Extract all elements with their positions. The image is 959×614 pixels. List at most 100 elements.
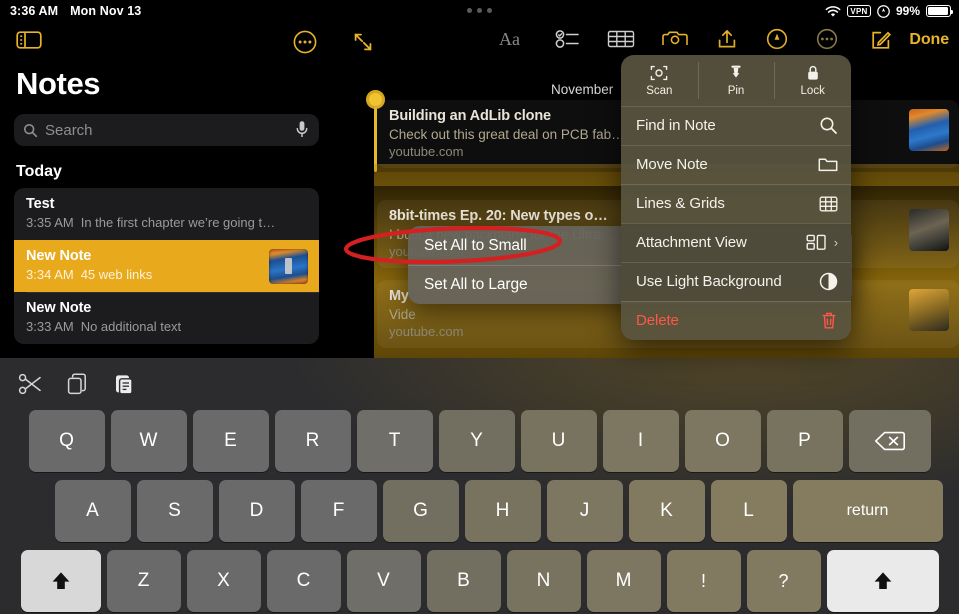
- return-key[interactable]: return: [792, 480, 943, 542]
- key-n[interactable]: N: [506, 550, 581, 612]
- link-thumbnail: [909, 109, 949, 151]
- document-scan-icon: [650, 64, 668, 82]
- note-meta: 3:35 AM In the first chapter we’re going …: [26, 215, 307, 230]
- ipad-notes-screen: 3:36 AM Mon Nov 13 VPN 99% Notes Search …: [0, 0, 959, 614]
- key-f[interactable]: F: [300, 480, 377, 542]
- share-up-icon[interactable]: [715, 28, 739, 50]
- key-z[interactable]: Z: [106, 550, 181, 612]
- menu-item-label: Use Light Background: [636, 273, 782, 290]
- keyboard-row-1: Q W E R T Y U I O P: [0, 410, 959, 472]
- search-input[interactable]: Search: [14, 114, 319, 146]
- delete-backspace-key[interactable]: [848, 410, 931, 472]
- note-time: 3:33 AM: [26, 319, 74, 334]
- key-t[interactable]: T: [356, 410, 433, 472]
- note-context-menu: Scan Pin Lock Find in Note Move Note Lin…: [621, 55, 851, 340]
- ellipsis-circle-icon[interactable]: [815, 28, 839, 50]
- copy-icon[interactable]: [66, 372, 90, 396]
- folder-icon: [818, 156, 838, 173]
- key-a[interactable]: A: [54, 480, 131, 542]
- sidebar-toggle-icon[interactable]: [15, 28, 43, 52]
- camera-icon[interactable]: [661, 28, 689, 50]
- key-s[interactable]: S: [136, 480, 213, 542]
- key-d[interactable]: D: [218, 480, 295, 542]
- keyboard-row-2: A S D F G H J K L return: [0, 480, 959, 542]
- menu-item-find-in-note[interactable]: Find in Note: [621, 106, 851, 145]
- note-title: New Note: [26, 248, 92, 264]
- note-list-item[interactable]: New Note 3:33 AM No additional text: [14, 292, 319, 344]
- note-time: 3:35 AM: [26, 215, 74, 230]
- key-u[interactable]: U: [520, 410, 597, 472]
- keyboard-assistant-bar: [0, 358, 959, 410]
- key-v[interactable]: V: [346, 550, 421, 612]
- menu-item-label: Move Note: [636, 156, 708, 173]
- key-i[interactable]: I: [602, 410, 679, 472]
- key-e[interactable]: E: [192, 410, 269, 472]
- grabber-dot: [487, 7, 492, 13]
- key-l[interactable]: L: [710, 480, 787, 542]
- key-c[interactable]: C: [266, 550, 341, 612]
- quick-action-scan[interactable]: Scan: [621, 55, 698, 106]
- key-y[interactable]: Y: [438, 410, 515, 472]
- grabber-dot: [467, 7, 472, 13]
- menu-item-attachment-view[interactable]: Attachment View ›: [621, 223, 851, 262]
- trash-icon: [820, 311, 838, 330]
- key-question[interactable]: ?: [746, 550, 821, 612]
- ellipsis-circle-icon[interactable]: [293, 30, 317, 54]
- compose-square-icon[interactable]: [869, 28, 893, 52]
- half-circle-icon: [819, 272, 838, 291]
- window-grabber-handle[interactable]: [452, 2, 508, 18]
- menu-item-label: Lines & Grids: [636, 195, 725, 212]
- key-m[interactable]: M: [586, 550, 661, 612]
- note-list-item-selected[interactable]: New Note 3:34 AM 45 web links: [14, 240, 319, 292]
- shift-up-arrow-icon: [48, 569, 74, 593]
- shift-up-arrow-icon: [870, 569, 896, 593]
- key-r[interactable]: R: [274, 410, 351, 472]
- quick-action-lock[interactable]: Lock: [774, 55, 851, 106]
- link-thumbnail: [909, 209, 949, 251]
- key-h[interactable]: H: [464, 480, 541, 542]
- status-bar-right: VPN 99%: [825, 0, 954, 22]
- notes-list: Test 3:35 AM In the first chapter we’re g…: [14, 188, 319, 344]
- on-screen-keyboard: Q W E R T Y U I O P A S D F G H J K L re…: [0, 358, 959, 614]
- section-header-today: Today: [16, 163, 62, 180]
- battery-icon: [926, 5, 954, 17]
- status-bar-left: 3:36 AM Mon Nov 13: [10, 0, 141, 22]
- markup-pen-icon[interactable]: [765, 28, 789, 50]
- context-menu-quick-actions: Scan Pin Lock: [621, 55, 851, 106]
- link-thumbnail: [909, 289, 949, 331]
- quick-action-label: Lock: [800, 85, 825, 97]
- key-k[interactable]: K: [628, 480, 705, 542]
- key-g[interactable]: G: [382, 480, 459, 542]
- paste-icon[interactable]: [112, 372, 136, 396]
- aa-format-icon[interactable]: Aa: [499, 28, 529, 50]
- notes-sidebar: Notes Search Today Test 3:35 AM In the fi…: [0, 22, 333, 358]
- shift-key-left[interactable]: [20, 550, 101, 612]
- note-preview: No additional text: [80, 319, 182, 334]
- microphone-icon[interactable]: [295, 120, 309, 139]
- cut-scissors-icon[interactable]: [18, 372, 44, 396]
- menu-item-delete[interactable]: Delete: [621, 301, 851, 340]
- menu-item-label: Attachment View: [636, 234, 747, 251]
- key-exclamation[interactable]: !: [666, 550, 741, 612]
- quick-action-pin[interactable]: Pin: [697, 55, 775, 106]
- checklist-icon[interactable]: [555, 28, 581, 50]
- key-o[interactable]: O: [684, 410, 761, 472]
- expand-arrows-icon[interactable]: [351, 30, 375, 54]
- table-icon[interactable]: [607, 28, 635, 50]
- key-w[interactable]: W: [110, 410, 187, 472]
- key-x[interactable]: X: [186, 550, 261, 612]
- menu-item-lines-and-grids[interactable]: Lines & Grids: [621, 184, 851, 223]
- key-j[interactable]: J: [546, 480, 623, 542]
- menu-item-move-note[interactable]: Move Note: [621, 145, 851, 184]
- note-list-item[interactable]: Test 3:35 AM In the first chapter we’re g…: [14, 188, 319, 240]
- key-q[interactable]: Q: [28, 410, 105, 472]
- note-title: New Note: [26, 300, 92, 316]
- vpn-badge: VPN: [846, 5, 871, 17]
- shift-key-right[interactable]: [826, 550, 939, 612]
- menu-item-use-light-background[interactable]: Use Light Background: [621, 262, 851, 301]
- menu-item-label: Find in Note: [636, 117, 716, 134]
- done-button[interactable]: Done: [909, 31, 949, 49]
- key-p[interactable]: P: [766, 410, 843, 472]
- note-date-label: November: [551, 82, 614, 97]
- key-b[interactable]: B: [426, 550, 501, 612]
